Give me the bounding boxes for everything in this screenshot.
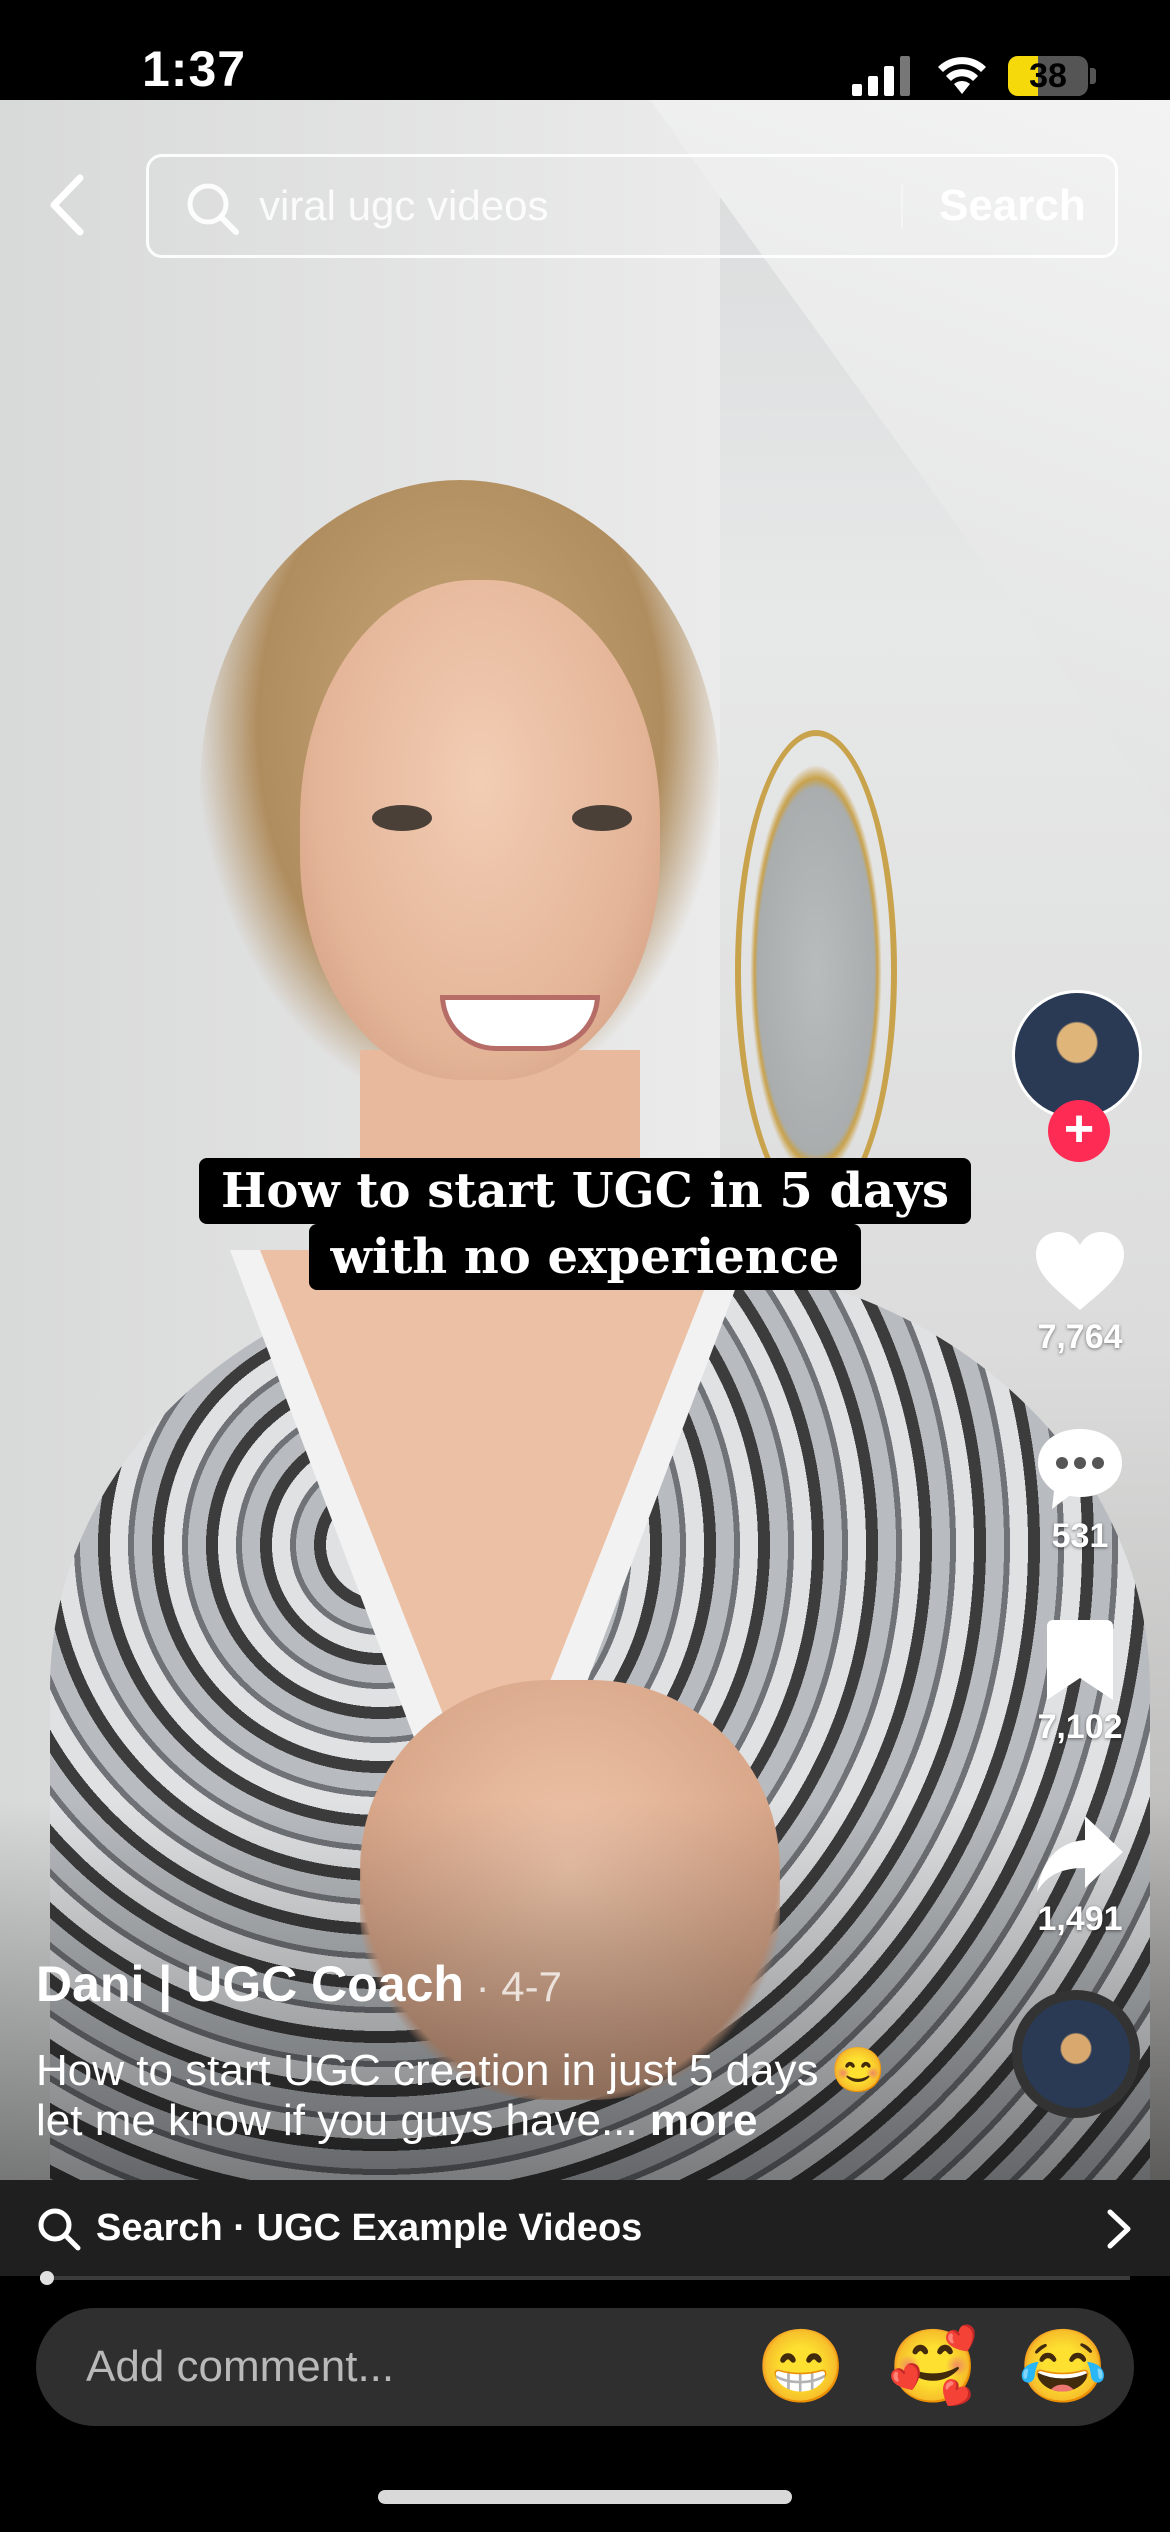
search-bar[interactable]: viral ugc videos Search — [146, 154, 1118, 258]
username[interactable]: Dani | UGC Coach — [36, 1956, 464, 2012]
post-description[interactable]: How to start UGC creation in just 5 days… — [36, 2046, 916, 2146]
heart-icon — [1036, 1232, 1124, 1310]
video-person-eye — [572, 805, 632, 831]
home-indicator — [378, 2490, 792, 2504]
search-icon — [187, 183, 239, 235]
emoji-hearts-button[interactable]: 🥰 — [888, 2308, 978, 2426]
video-caption: How to start UGC in 5 days with no exper… — [0, 1158, 1170, 1290]
video-progress-bar[interactable] — [40, 2276, 1130, 2280]
cellular-signal-icon — [852, 56, 910, 96]
search-button[interactable]: Search — [939, 157, 1086, 255]
back-button[interactable] — [40, 170, 96, 240]
caption-line: with no experience — [308, 1224, 862, 1290]
battery-nub — [1090, 68, 1096, 84]
caption-line: How to start UGC in 5 days — [198, 1158, 972, 1224]
video-mirror — [735, 730, 897, 1212]
post-date: · 4-7 — [463, 1963, 562, 2010]
comment-count: 531 — [1051, 1517, 1109, 1555]
bookmark-icon — [1047, 1620, 1113, 1700]
post-author[interactable]: Dani | UGC Coach · 4-7 — [36, 1955, 562, 2013]
video-player[interactable] — [0, 100, 1170, 2180]
share-arrow-icon — [1037, 1816, 1123, 1892]
music-disc[interactable] — [1012, 1990, 1140, 2118]
comment-button[interactable]: 531 — [1010, 1425, 1150, 1556]
follow-button[interactable]: + — [1048, 1100, 1110, 1162]
share-button[interactable]: 1,491 — [1010, 1812, 1150, 1939]
like-count: 7,764 — [1037, 1318, 1123, 1356]
chevron-right-icon — [1107, 2209, 1131, 2249]
wifi-icon — [938, 57, 986, 94]
comment-placeholder: Add comment... — [86, 2342, 395, 2391]
related-search-label: Search · UGC Example Videos — [96, 2207, 643, 2249]
emoji-grinning-button[interactable]: 😁 — [756, 2308, 846, 2426]
comment-bubble-icon — [1038, 1429, 1122, 1509]
comment-input[interactable]: Add comment... 😁 🥰 😂 — [36, 2308, 1134, 2426]
search-divider — [901, 185, 903, 229]
video-person-eye — [372, 805, 432, 831]
description-text: How to start UGC creation in just 5 days… — [36, 2046, 886, 2145]
more-link[interactable]: more — [650, 2096, 758, 2145]
video-progress-handle[interactable] — [40, 2271, 54, 2285]
save-count: 7,102 — [1037, 1708, 1123, 1746]
battery-level: 38 — [1029, 57, 1067, 95]
save-button[interactable]: 7,102 — [1010, 1618, 1150, 1747]
emoji-laughing-button[interactable]: 😂 — [1018, 2308, 1108, 2426]
share-count: 1,491 — [1037, 1900, 1123, 1938]
status-time: 1:37 — [142, 41, 247, 97]
like-button[interactable]: 7,764 — [1010, 1230, 1150, 1357]
related-search-bar[interactable]: Search · UGC Example Videos — [0, 2180, 1170, 2276]
search-query[interactable]: viral ugc videos — [259, 157, 548, 255]
search-icon — [38, 2208, 81, 2251]
battery-indicator: 38 — [1008, 56, 1088, 96]
status-bar: 1:37 38 — [0, 0, 1170, 100]
